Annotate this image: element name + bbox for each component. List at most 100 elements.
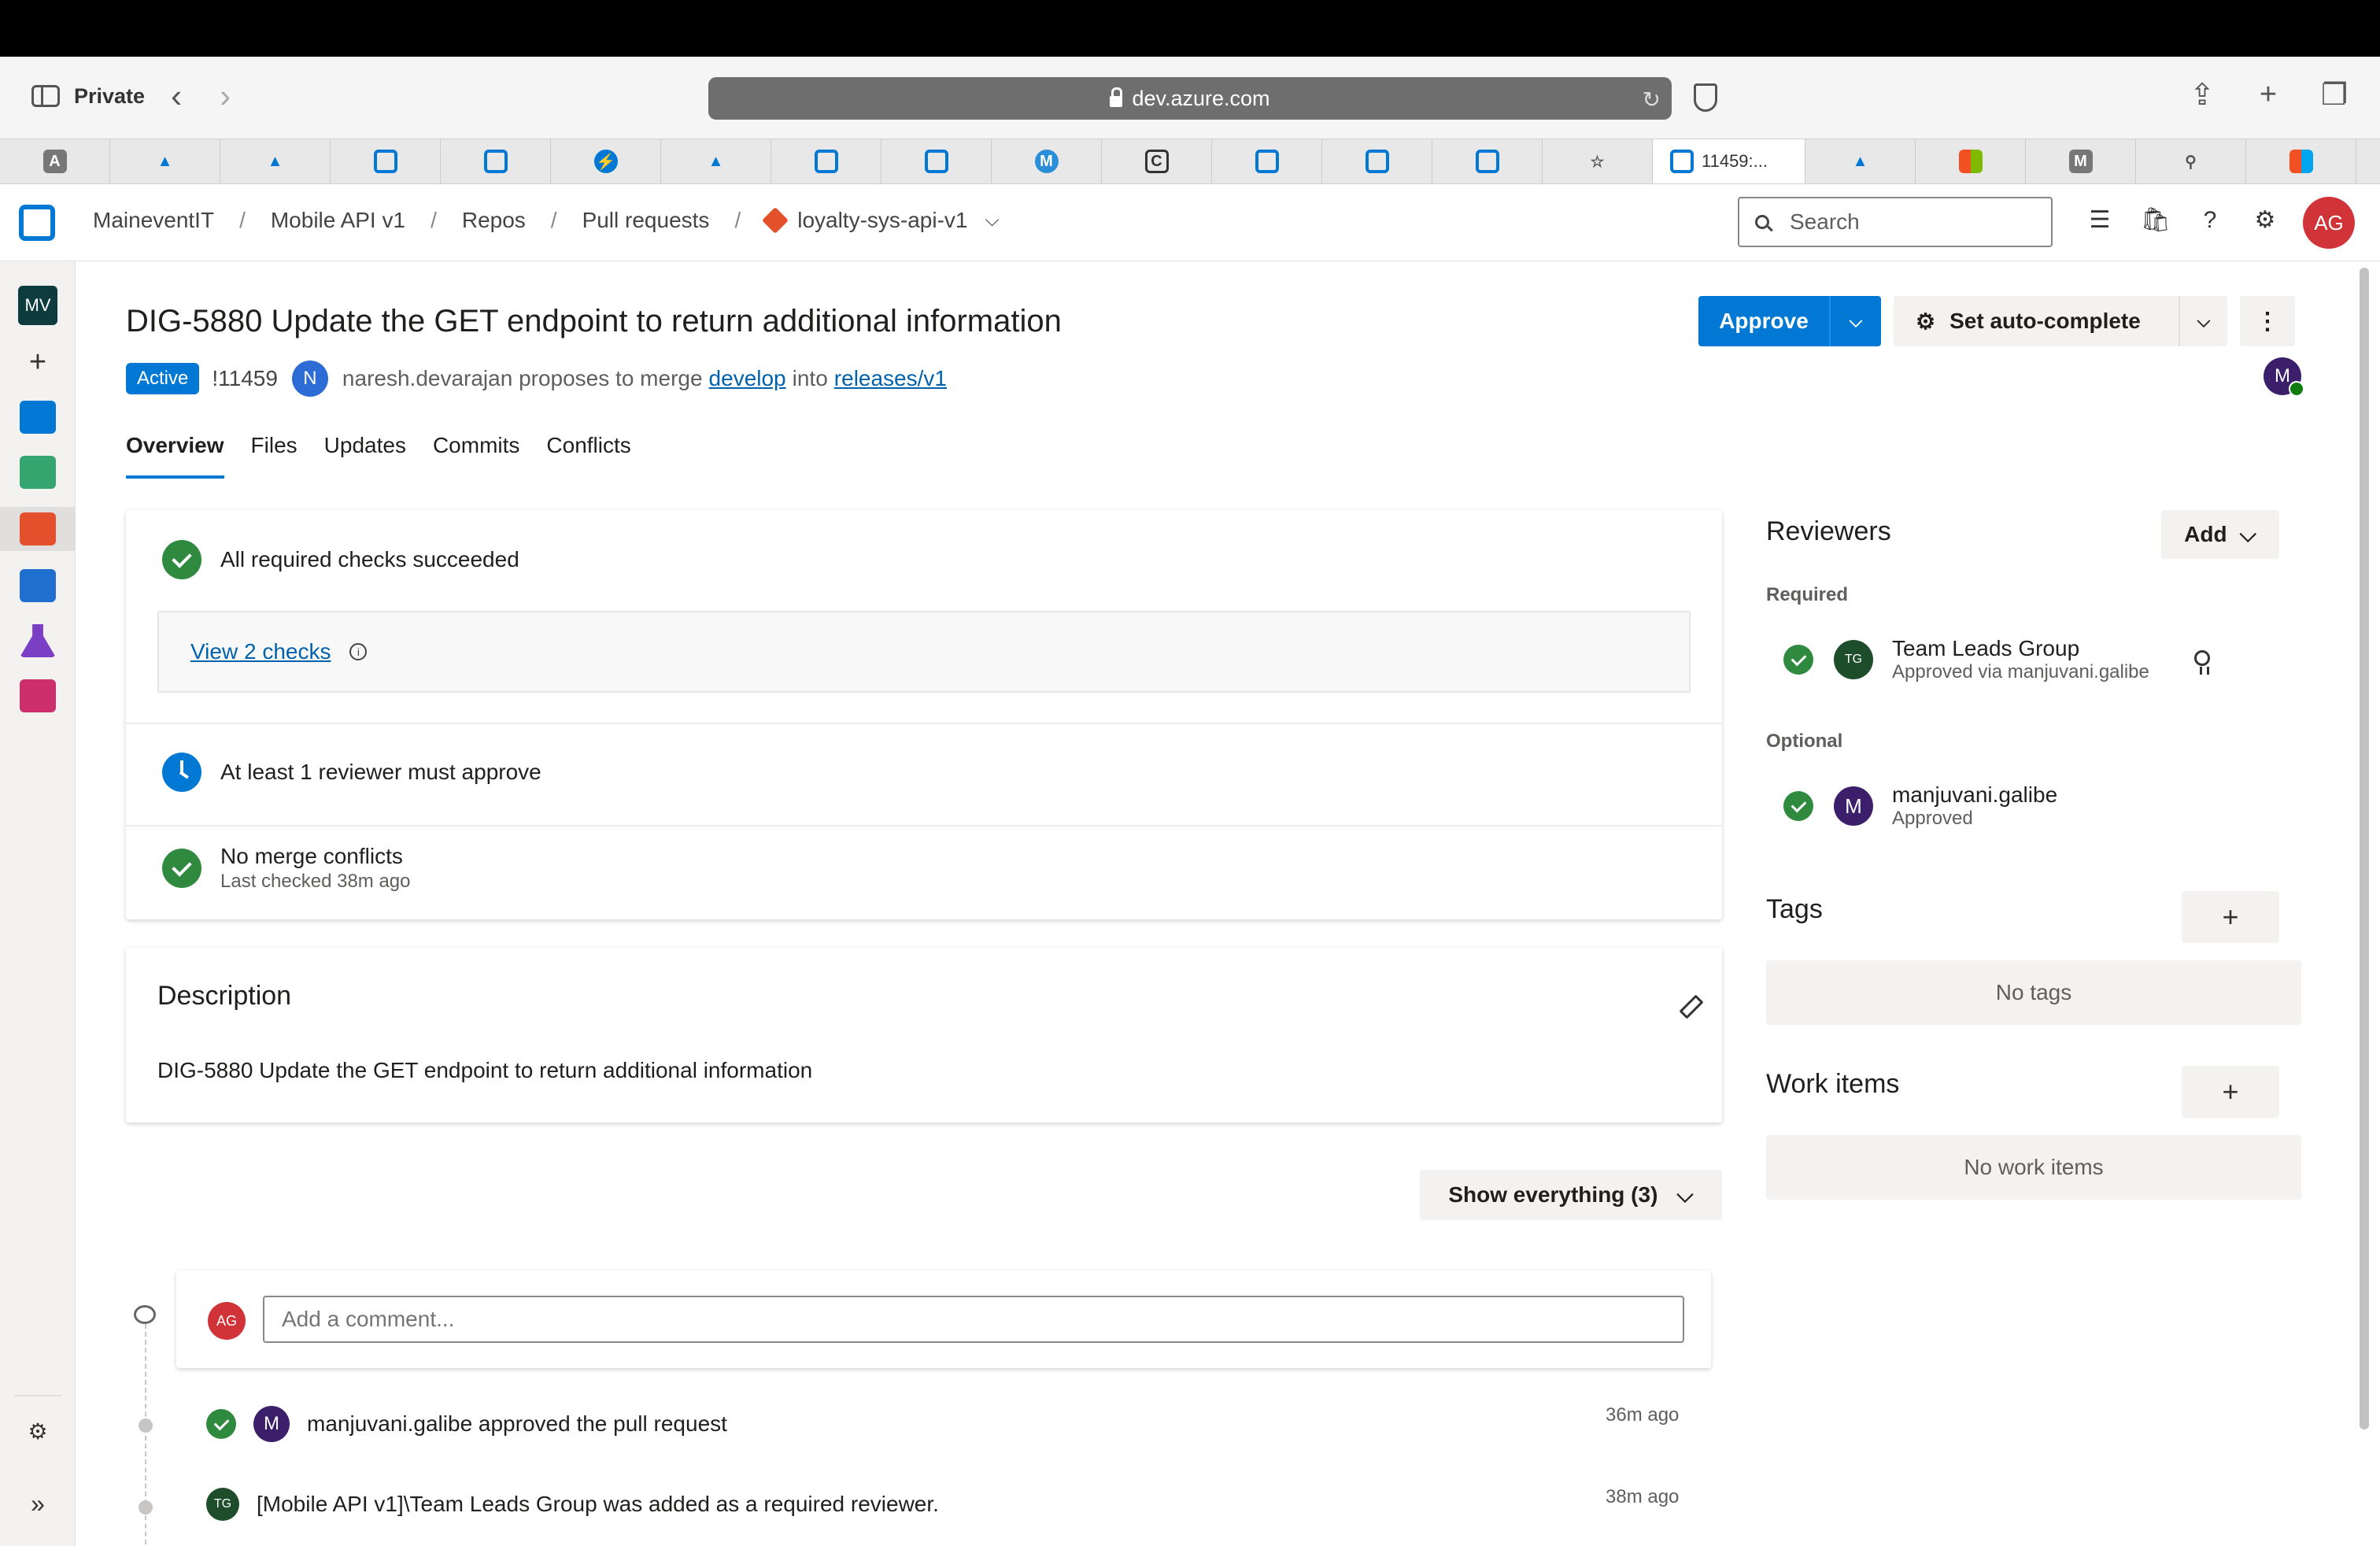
more-actions-icon[interactable]: ⋮: [2240, 296, 2295, 346]
chevron-down-icon[interactable]: ⌵: [985, 209, 1000, 231]
browser-tab[interactable]: [1432, 139, 1543, 183]
comment-composer: AG: [176, 1270, 1711, 1368]
new-project-icon[interactable]: +: [16, 340, 60, 384]
azure-devops-logo-icon[interactable]: [19, 205, 55, 241]
new-tab-icon[interactable]: +: [2251, 78, 2286, 112]
target-branch-link[interactable]: releases/v1: [834, 366, 947, 391]
breadcrumb-repos[interactable]: Repos: [462, 208, 526, 233]
browser-tab[interactable]: ☆: [1543, 139, 1653, 183]
azure-icon: ▲: [708, 152, 724, 170]
tab-overview[interactable]: Overview: [126, 433, 224, 479]
browser-tab[interactable]: [331, 139, 441, 183]
project-settings-icon[interactable]: ⚙: [16, 1409, 60, 1453]
reviewer-policy-text: At least 1 reviewer must approve: [220, 760, 541, 784]
browser-tab[interactable]: M: [992, 139, 1102, 183]
tab-updates[interactable]: Updates: [324, 433, 406, 479]
set-auto-complete-button[interactable]: ⚙ Set auto-complete ⌵: [1894, 296, 2227, 346]
clock-icon: [162, 753, 201, 792]
source-branch-link[interactable]: develop: [709, 366, 786, 391]
browser-tab[interactable]: ⚲: [2136, 139, 2246, 183]
browser-tab[interactable]: [771, 139, 881, 183]
view-checks-link[interactable]: View 2 checks: [190, 639, 331, 664]
browser-tab[interactable]: A: [0, 139, 110, 183]
browser-tab[interactable]: C: [1102, 139, 1212, 183]
azure-icon: ▲: [157, 152, 173, 170]
repo-selector[interactable]: loyalty-sys-api-v1: [797, 208, 967, 233]
address-bar[interactable]: dev.azure.com ↻: [708, 77, 1672, 120]
reviewer-info: manjuvani.galibe Approved: [1892, 782, 2057, 830]
expand-nav-icon[interactable]: »: [16, 1481, 60, 1526]
test-plans-icon[interactable]: [16, 619, 60, 663]
artifacts-icon[interactable]: [16, 674, 60, 718]
reviewer-item[interactable]: M manjuvani.galibe Approved: [1783, 782, 2057, 830]
repos-icon[interactable]: [0, 507, 76, 551]
approved-icon: [1783, 791, 1813, 821]
task-list-icon[interactable]: ☰: [2086, 206, 2114, 234]
reviewer-item[interactable]: TG Team Leads Group Approved via manjuva…: [1783, 636, 2149, 683]
sidebar-toggle-icon[interactable]: [31, 85, 60, 107]
privacy-shield-icon[interactable]: [1694, 83, 1717, 112]
breadcrumb-org[interactable]: MaineventIT: [93, 208, 214, 233]
tab-overview-icon[interactable]: ❐: [2317, 77, 2352, 113]
author-avatar[interactable]: N: [291, 361, 328, 397]
browser-tab[interactable]: [1916, 139, 2026, 183]
nav-divider: [14, 1395, 61, 1396]
comment-input[interactable]: [263, 1296, 1684, 1343]
user-settings-icon[interactable]: ⚙: [2251, 206, 2279, 234]
boards-icon[interactable]: [16, 450, 60, 494]
breadcrumb-project[interactable]: Mobile API v1: [271, 208, 405, 233]
work-items-title: Work items: [1766, 1069, 1900, 1099]
tab-files[interactable]: Files: [251, 433, 298, 479]
browser-tab[interactable]: ▲: [220, 139, 331, 183]
browser-tab[interactable]: [441, 139, 551, 183]
browser-tab[interactable]: ▲: [1805, 139, 1916, 183]
event-text: [Mobile API v1]\Team Leads Group was add…: [257, 1492, 939, 1516]
forward-icon[interactable]: ›: [208, 80, 242, 113]
browser-tab[interactable]: M: [2026, 139, 2136, 183]
auto-complete-chevron-icon[interactable]: ⌵: [2179, 296, 2227, 346]
browser-tab[interactable]: ⚡: [551, 139, 661, 183]
search-input[interactable]: Search: [1738, 197, 2053, 247]
help-icon[interactable]: ?: [2196, 207, 2224, 234]
add-reviewer-button[interactable]: Add ⌵: [2161, 510, 2279, 559]
merge-conflicts-text: No merge conflicts: [220, 844, 403, 868]
reload-icon[interactable]: ↻: [1643, 87, 1661, 113]
console-icon: C: [1144, 150, 1169, 173]
browser-tab[interactable]: [1322, 139, 1432, 183]
activity-filter-dropdown[interactable]: Show everything (3) ⌵: [1420, 1170, 1722, 1220]
back-icon[interactable]: ‹: [159, 80, 194, 113]
boards-icon-shape: [20, 456, 56, 489]
tab-commits[interactable]: Commits: [433, 433, 519, 479]
browser-tab[interactable]: [1212, 139, 1322, 183]
tab-conflicts[interactable]: Conflicts: [546, 433, 630, 479]
devops-icon: [924, 150, 948, 173]
add-work-item-icon[interactable]: +: [2182, 1066, 2279, 1118]
no-tags-box: No tags: [1766, 960, 2301, 1025]
reviewer-name: manjuvani.galibe: [1892, 782, 2058, 807]
breadcrumb-pull-requests[interactable]: Pull requests: [582, 208, 710, 233]
edit-pencil-icon[interactable]: [1679, 994, 1704, 1019]
marketplace-bag-icon[interactable]: 🛍: [2141, 206, 2171, 234]
tags-title: Tags: [1766, 894, 1823, 924]
approve-button[interactable]: Approve ⌵: [1698, 296, 1881, 346]
add-tag-icon[interactable]: +: [2182, 891, 2279, 943]
page-scrollbar[interactable]: [2360, 268, 2369, 1429]
reviewer-presence-avatar[interactable]: M: [2264, 357, 2304, 397]
browser-tab[interactable]: ▲: [110, 139, 220, 183]
browser-tab[interactable]: [881, 139, 992, 183]
browser-tab[interactable]: [2246, 139, 2356, 183]
event-avatar[interactable]: M: [253, 1406, 290, 1442]
overview-icon[interactable]: [16, 395, 60, 439]
header-icons: ☰ 🛍 ? ⚙: [2086, 206, 2279, 234]
pipelines-icon[interactable]: [16, 564, 60, 608]
info-icon[interactable]: i: [349, 643, 368, 660]
approve-options-chevron-icon[interactable]: ⌵: [1829, 296, 1881, 346]
project-icon[interactable]: MV: [16, 283, 60, 327]
share-icon[interactable]: ⇪: [2185, 77, 2219, 113]
browser-tab[interactable]: ▲: [661, 139, 771, 183]
browser-tab-active[interactable]: 11459:...: [1653, 139, 1805, 183]
approve-label[interactable]: Approve: [1698, 309, 1829, 334]
user-avatar[interactable]: AG: [2303, 197, 2355, 249]
auto-complete-main[interactable]: ⚙ Set auto-complete: [1894, 309, 2179, 335]
event-avatar[interactable]: TG: [206, 1488, 239, 1521]
